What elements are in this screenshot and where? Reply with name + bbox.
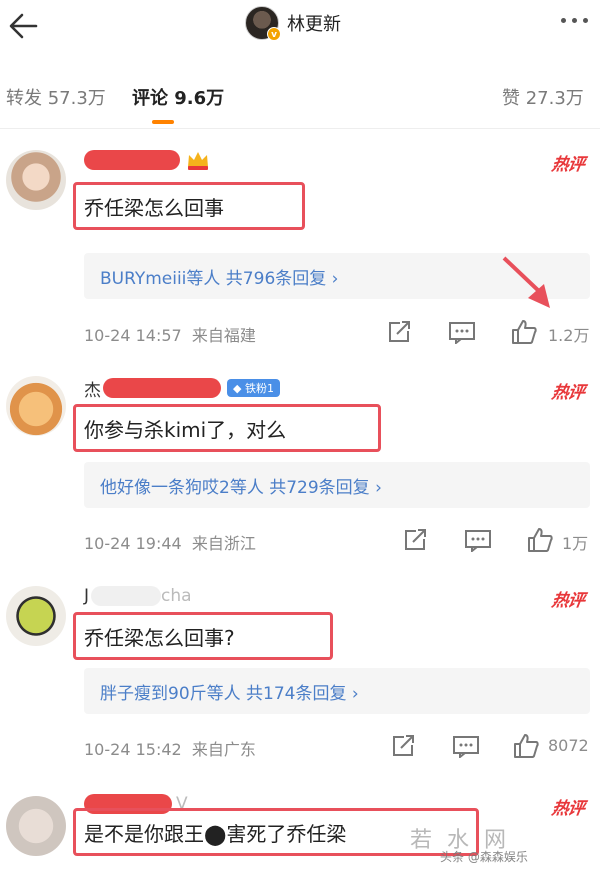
comment-text: 乔任梁怎么回事	[84, 196, 224, 220]
share-icon[interactable]	[390, 734, 416, 762]
redacted-username	[103, 378, 221, 398]
comment-icon[interactable]	[452, 734, 480, 762]
username[interactable]	[84, 148, 210, 172]
timestamp: 10-24 14:57	[84, 326, 182, 345]
comment-text: 乔任梁怎么回事?	[84, 626, 235, 650]
watermark-source: 头条 @森森娱乐	[440, 850, 528, 864]
hot-comment-badge: 热评	[550, 591, 586, 611]
username-prefix: 杰	[84, 380, 101, 401]
location: 来自广东	[191, 740, 256, 759]
replies-preview[interactable]: 胖子瘦到90斤等人 共174条回复 ›	[84, 668, 590, 714]
username-prefix: J	[84, 586, 90, 606]
like-icon[interactable]	[526, 527, 554, 557]
avatar[interactable]	[6, 150, 66, 210]
hot-comment-badge: 热评	[550, 799, 586, 819]
timestamp: 10-24 19:44	[84, 534, 182, 553]
like-count: 8072	[548, 736, 589, 755]
location: 来自福建	[191, 326, 256, 345]
hot-comment-badge: 热评	[550, 383, 586, 403]
avatar[interactable]	[6, 586, 66, 646]
like-count: 1.2万	[548, 326, 590, 345]
replies-preview[interactable]: 他好像一条狗哎2等人 共729条回复 ›	[84, 462, 590, 508]
comment-meta: 10-24 19:44 来自浙江	[84, 530, 256, 554]
hot-comment-badge: 热评	[550, 155, 586, 175]
avatar[interactable]	[6, 376, 66, 436]
avatar[interactable]	[6, 796, 66, 856]
profile-header[interactable]: v 林更新	[245, 6, 341, 41]
back-arrow-icon[interactable]	[6, 8, 42, 44]
avatar[interactable]: v	[245, 6, 281, 41]
comment-meta: 10-24 14:57 来自福建	[84, 322, 256, 346]
location: 来自浙江	[191, 534, 256, 553]
redacted-username	[91, 586, 162, 606]
divider	[0, 128, 600, 129]
comment-meta: 10-24 15:42 来自广东	[84, 736, 256, 760]
tab-likes[interactable]: 赞 27.3万	[502, 84, 584, 110]
username[interactable]: J cha	[84, 584, 192, 608]
tab-bar: 转发 57.3万 评论 9.6万 赞 27.3万	[0, 58, 600, 128]
fan-badge: ◆ 铁粉1	[227, 379, 280, 397]
replies-summary[interactable]: BURYmeiii等人 共796条回复 ›	[100, 264, 338, 289]
replies-summary[interactable]: 他好像一条狗哎2等人 共729条回复 ›	[100, 473, 382, 498]
like-icon[interactable]	[510, 319, 538, 349]
tab-comments[interactable]: 评论 9.6万	[132, 84, 224, 110]
comment-text: 你参与杀kimi了，对么	[84, 418, 287, 442]
share-icon[interactable]	[402, 528, 428, 556]
timestamp: 10-24 15:42	[84, 740, 182, 759]
verified-icon: v	[267, 27, 281, 41]
replies-summary[interactable]: 胖子瘦到90斤等人 共174条回复 ›	[100, 679, 359, 704]
active-tab-indicator	[152, 120, 174, 124]
comment-icon[interactable]	[464, 528, 492, 556]
username[interactable]: 杰 ◆ 铁粉1	[84, 376, 280, 401]
comment-text: 是不是你跟王⬤害死了乔任梁	[84, 822, 347, 846]
like-icon[interactable]	[512, 733, 540, 763]
annotation-arrow-icon	[502, 256, 550, 308]
top-bar: v 林更新	[0, 0, 600, 58]
like-count: 1万	[562, 534, 589, 553]
comment-icon[interactable]	[448, 320, 476, 348]
share-icon[interactable]	[386, 320, 412, 348]
username-suffix: cha	[161, 586, 192, 606]
crown-icon	[188, 152, 208, 170]
tab-reposts[interactable]: 转发 57.3万	[6, 84, 106, 110]
more-options-icon[interactable]	[561, 18, 588, 23]
page-title: 林更新	[287, 14, 341, 35]
redacted-username	[84, 150, 180, 170]
